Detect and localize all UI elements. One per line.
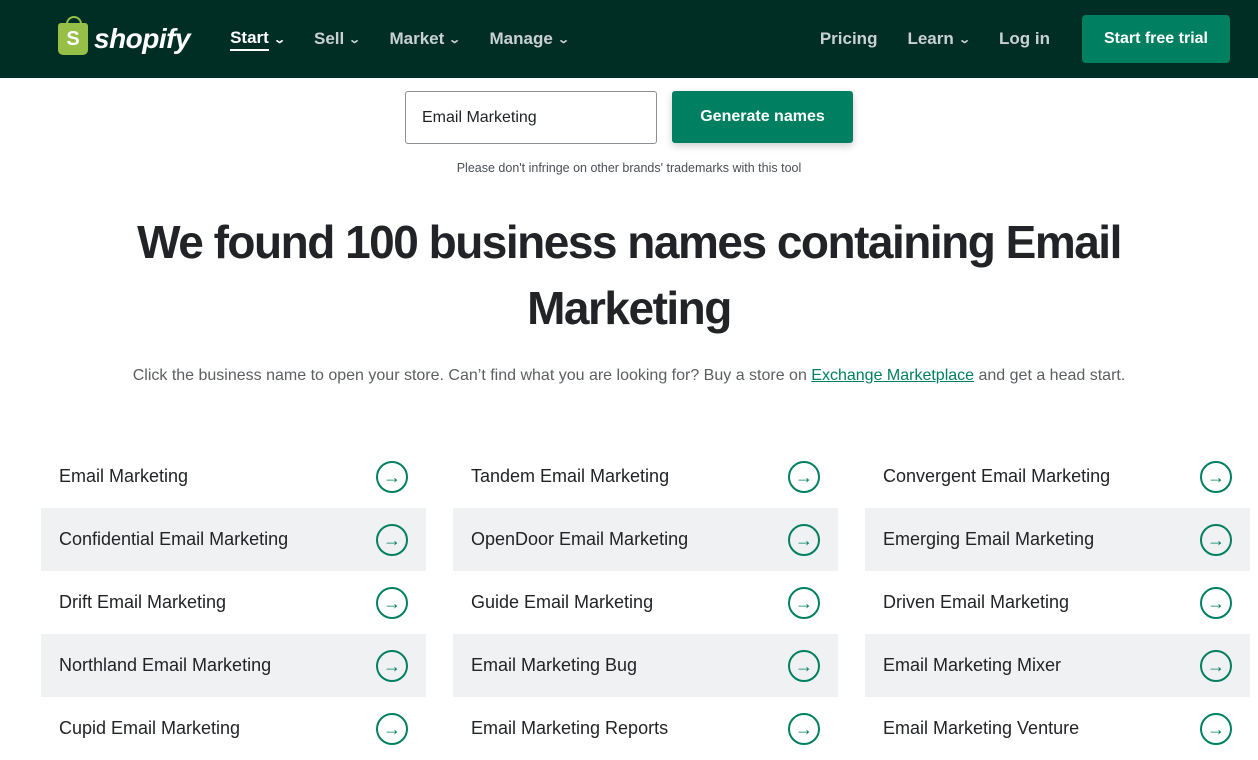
- business-name: Email Marketing Reports: [471, 718, 669, 738]
- nav-label: Start: [230, 28, 269, 51]
- arrow-right-circle-icon[interactable]: →: [788, 649, 820, 682]
- business-name: Emerging Email Marketing: [883, 529, 1095, 549]
- business-name: Drift Email Marketing: [59, 592, 227, 612]
- business-name: Confidential Email Marketing: [59, 529, 289, 549]
- arrow-right-circle-icon[interactable]: →: [788, 460, 820, 493]
- shopify-logo[interactable]: S shopify: [58, 16, 191, 55]
- business-name: Northland Email Marketing: [59, 655, 272, 675]
- exchange-marketplace-link[interactable]: Exchange Marketplace: [811, 367, 974, 384]
- business-name: Driven Email Marketing: [883, 592, 1070, 612]
- nav-pricing[interactable]: Pricing: [820, 29, 878, 49]
- business-keyword-input[interactable]: [405, 91, 657, 144]
- business-name-item[interactable]: Drift Email Marketing →: [41, 571, 426, 634]
- business-name-item[interactable]: Email Marketing Bug →: [453, 634, 838, 697]
- business-name-item[interactable]: Northland Email Marketing →: [41, 634, 426, 697]
- business-name-item[interactable]: OpenDoor Email Marketing →: [453, 508, 838, 571]
- business-name-item[interactable]: Driven Email Marketing →: [865, 571, 1250, 634]
- nav-label: Market: [389, 29, 445, 48]
- nav-manage[interactable]: Manage ⌄: [489, 28, 570, 51]
- arrow-right-circle-icon[interactable]: →: [788, 586, 820, 619]
- generate-names-button[interactable]: Generate names: [672, 91, 853, 143]
- results-heading: We found 100 business names containing E…: [137, 216, 1122, 334]
- start-free-trial-button[interactable]: Start free trial: [1081, 15, 1230, 63]
- nav-sell[interactable]: Sell ⌄: [314, 28, 362, 51]
- business-name: Cupid Email Marketing: [59, 718, 241, 738]
- chevron-down-icon: ⌄: [448, 33, 462, 46]
- nav-learn-label: Learn: [907, 29, 954, 48]
- business-name-item[interactable]: Tandem Email Marketing →: [453, 445, 838, 508]
- business-name: Email Marketing Bug: [471, 655, 638, 675]
- chevron-down-icon: ⌄: [556, 33, 570, 46]
- business-name: OpenDoor Email Marketing: [471, 529, 689, 549]
- top-nav: S shopify Start ⌄ Sell ⌄ Market ⌄ Manage ⌄ Pric…: [0, 0, 1258, 78]
- arrow-right-circle-icon[interactable]: →: [376, 523, 408, 556]
- business-name: Guide Email Marketing: [471, 592, 654, 612]
- login-link[interactable]: Log in: [999, 29, 1050, 49]
- business-name: Tandem Email Marketing: [471, 466, 670, 486]
- business-name-item[interactable]: Emerging Email Marketing →: [865, 508, 1250, 571]
- subtitle-text-end: and get a head start.: [974, 367, 1126, 384]
- business-name-item[interactable]: Email Marketing Venture →: [865, 697, 1250, 760]
- chevron-down-icon: ⌄: [272, 33, 286, 46]
- business-name: Email Marketing: [59, 466, 189, 486]
- arrow-right-circle-icon[interactable]: →: [788, 712, 820, 745]
- business-name-item[interactable]: Convergent Email Marketing →: [865, 445, 1250, 508]
- arrow-right-circle-icon[interactable]: →: [1200, 649, 1232, 682]
- business-name-item[interactable]: Email Marketing Reports →: [453, 697, 838, 760]
- business-name-item[interactable]: Email Marketing Mixer →: [865, 634, 1250, 697]
- arrow-right-circle-icon[interactable]: →: [376, 649, 408, 682]
- arrow-right-circle-icon[interactable]: →: [376, 712, 408, 745]
- nav-label: Sell: [314, 29, 345, 48]
- arrow-right-circle-icon[interactable]: →: [1200, 460, 1232, 493]
- chevron-down-icon: ⌄: [348, 33, 362, 46]
- nav-label: Manage: [489, 29, 553, 48]
- arrow-right-circle-icon[interactable]: →: [1200, 712, 1232, 745]
- trademark-note: Please don't infringe on other brands' t…: [456, 161, 802, 175]
- subtitle-text: Click the business name to open your sto…: [132, 367, 812, 384]
- shopping-bag-icon: S: [58, 16, 88, 55]
- arrow-right-circle-icon[interactable]: →: [1200, 586, 1232, 619]
- arrow-right-circle-icon[interactable]: →: [376, 586, 408, 619]
- nav-start[interactable]: Start ⌄: [230, 28, 286, 51]
- business-name: Email Marketing Venture: [883, 718, 1080, 738]
- business-name-item[interactable]: Guide Email Marketing →: [453, 571, 838, 634]
- chevron-down-icon: ⌄: [957, 33, 971, 46]
- nav-market[interactable]: Market ⌄: [389, 28, 462, 51]
- logo-text: shopify: [94, 23, 191, 54]
- arrow-right-circle-icon[interactable]: →: [788, 523, 820, 556]
- business-name-item[interactable]: Confidential Email Marketing →: [41, 508, 426, 571]
- business-name-item[interactable]: Cupid Email Marketing →: [41, 697, 426, 760]
- business-name: Convergent Email Marketing: [883, 466, 1111, 486]
- business-name-item[interactable]: Email Marketing →: [41, 445, 426, 508]
- arrow-right-circle-icon[interactable]: →: [1200, 523, 1232, 556]
- results-subtitle: Click the business name to open your sto…: [0, 367, 1258, 385]
- business-name: Email Marketing Mixer: [883, 655, 1062, 675]
- names-grid: Email Marketing → Tandem Email Marketing → C…: [41, 445, 1258, 760]
- nav-learn[interactable]: Learn ⌄: [907, 29, 971, 49]
- arrow-right-circle-icon[interactable]: →: [376, 460, 408, 493]
